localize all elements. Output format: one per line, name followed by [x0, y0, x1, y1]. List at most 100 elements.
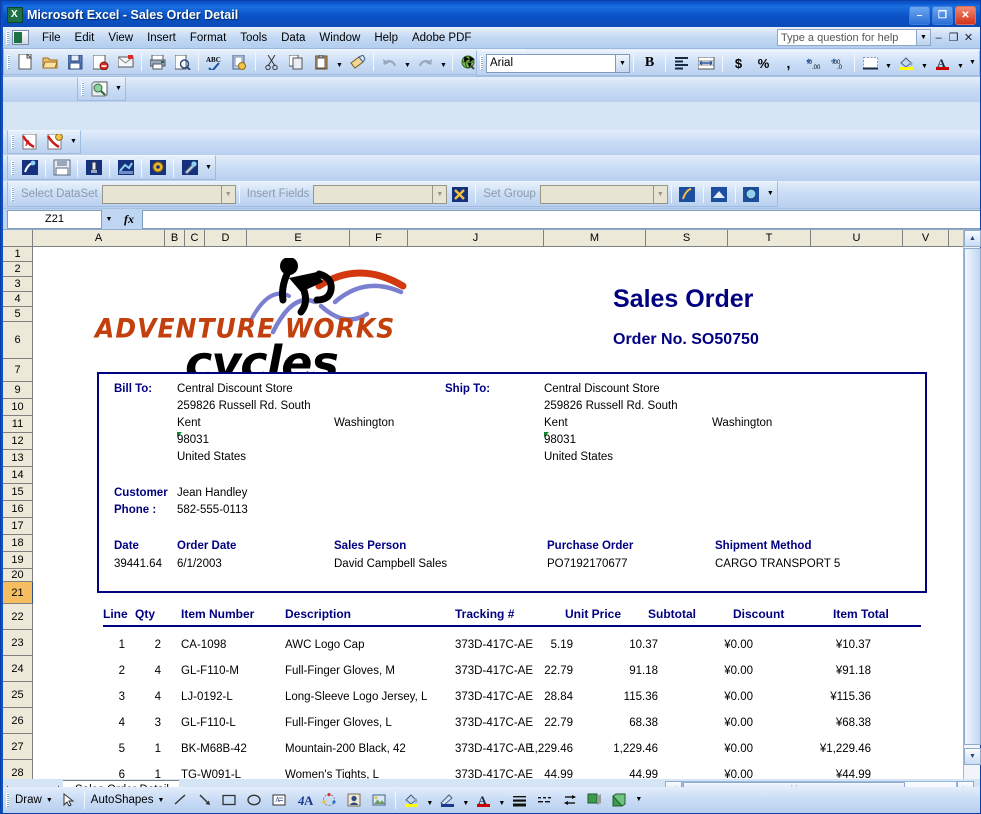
menu-window[interactable]: Window [312, 29, 367, 47]
select-dataset-combo[interactable]: ▼ [101, 184, 236, 204]
arrow-style-icon[interactable] [558, 789, 581, 811]
row-header-17[interactable]: 17 [3, 518, 33, 535]
redo-icon[interactable] [414, 51, 437, 73]
email-icon[interactable] [114, 51, 137, 73]
insert-fields-combo[interactable]: ▼ [313, 184, 448, 204]
menu-file[interactable]: File [35, 29, 68, 47]
column-header-D[interactable]: D [205, 230, 247, 247]
column-header-B[interactable]: B [165, 230, 185, 247]
fill-color-icon[interactable] [895, 52, 918, 74]
clip-art-icon[interactable] [343, 789, 366, 811]
undo-dropdown-icon[interactable]: ▼ [402, 51, 413, 73]
dataset-toolbar-grip[interactable] [11, 187, 14, 201]
export-icon[interactable] [114, 157, 137, 179]
wordart-icon[interactable]: 4A [293, 789, 316, 811]
set-group-combo[interactable]: ▼ [539, 184, 668, 204]
column-header-T[interactable]: T [728, 230, 811, 247]
currency-icon[interactable]: $ [727, 52, 750, 74]
row-header-3[interactable]: 3 [3, 277, 33, 292]
research-toolbar-overflow[interactable]: ▼ [112, 78, 125, 100]
close-button[interactable]: ✕ [955, 5, 976, 25]
set-group-dropdown-icon[interactable]: ▼ [653, 184, 668, 204]
tools-icon[interactable] [178, 157, 201, 179]
row-header-9[interactable]: 9 [3, 382, 33, 399]
formula-input[interactable] [142, 209, 980, 229]
row-header-22[interactable]: 22 [3, 604, 33, 630]
menu-tools[interactable]: Tools [233, 29, 274, 47]
open-icon[interactable] [39, 51, 62, 73]
copy-icon[interactable] [285, 51, 308, 73]
addin-toolbar-overflow[interactable]: ▼ [202, 157, 215, 179]
research-icon[interactable] [228, 51, 251, 73]
autoshapes-menu-button[interactable]: AutoShapes ▼ [88, 794, 168, 806]
column-header-F[interactable]: F [350, 230, 408, 247]
row-header-24[interactable]: 24 [3, 656, 33, 682]
format-painter-icon[interactable] [346, 51, 369, 73]
help-search-input[interactable]: Type a question for help [777, 29, 917, 46]
properties-icon[interactable] [146, 157, 169, 179]
line-style-icon[interactable] [508, 789, 531, 811]
row-header-13[interactable]: 13 [3, 450, 33, 467]
sheet-content-area[interactable]: ADVENTURE WORKS cycles Sales Order Order… [33, 247, 963, 779]
menu-edit[interactable]: Edit [68, 29, 102, 47]
insert-field-icon[interactable] [448, 183, 471, 205]
row-header-23[interactable]: 23 [3, 630, 33, 656]
run-icon[interactable] [82, 157, 105, 179]
insert-function-icon[interactable]: fx [116, 210, 142, 229]
group-icon-3[interactable] [740, 183, 763, 205]
standard-toolbar-grip[interactable] [7, 55, 10, 69]
column-header-E[interactable]: E [247, 230, 350, 247]
vertical-scroll-thumb[interactable] [964, 248, 981, 745]
font-name-dropdown-icon[interactable]: ▼ [616, 53, 630, 73]
paste-icon[interactable] [310, 51, 333, 73]
row-header-14[interactable]: 14 [3, 467, 33, 484]
menu-help[interactable]: Help [367, 29, 405, 47]
research-toolbar-grip[interactable] [81, 82, 84, 96]
row-header-16[interactable]: 16 [3, 501, 33, 518]
row-header-1[interactable]: 1 [3, 247, 33, 262]
row-header-21[interactable]: 21 [3, 582, 33, 604]
decrease-decimal-icon[interactable]: .00.0 [827, 52, 850, 74]
formatting-toolbar-move-handle[interactable]: ▶▶ ▼ [463, 52, 476, 74]
row-header-27[interactable]: 27 [3, 734, 33, 760]
row-header-10[interactable]: 10 [3, 399, 33, 416]
font-color-icon[interactable]: A [472, 789, 495, 811]
fill-color-dropdown-icon[interactable]: ▼ [424, 789, 435, 811]
align-left-icon[interactable] [670, 52, 693, 74]
borders-dropdown-icon[interactable]: ▼ [883, 52, 894, 74]
cut-icon[interactable] [260, 51, 283, 73]
font-color-dropdown-icon[interactable]: ▼ [496, 789, 507, 811]
row-header-2[interactable]: 2 [3, 262, 33, 277]
row-header-7[interactable]: 7 [3, 359, 33, 382]
percent-icon[interactable]: % [752, 52, 775, 74]
row-header-4[interactable]: 4 [3, 292, 33, 307]
menu-adobe-pdf[interactable]: Adobe PDF [405, 29, 478, 47]
line-color-icon[interactable] [436, 789, 459, 811]
comma-icon[interactable]: , [777, 52, 800, 74]
increase-decimal-icon[interactable]: .0.00 [802, 52, 825, 74]
research-pane-icon[interactable] [88, 78, 111, 100]
row-header-26[interactable]: 26 [3, 708, 33, 734]
column-header-S[interactable]: S [646, 230, 728, 247]
font-name-input[interactable]: Arial [486, 53, 616, 73]
minimize-button[interactable]: – [909, 5, 930, 25]
select-dataset-dropdown-icon[interactable]: ▼ [221, 184, 236, 204]
print-preview-icon[interactable] [171, 51, 194, 73]
row-header-18[interactable]: 18 [3, 535, 33, 552]
help-dropdown-icon[interactable]: ▼ [917, 29, 931, 46]
group-icon-2[interactable] [708, 183, 731, 205]
select-dataset-input[interactable] [101, 184, 222, 204]
column-header-C[interactable]: C [185, 230, 205, 247]
doc-close-button[interactable]: ✕ [961, 30, 976, 46]
row-header-12[interactable]: 12 [3, 433, 33, 450]
column-header-J[interactable]: J [408, 230, 544, 247]
acrobat-toolbar-grip[interactable] [11, 135, 14, 149]
font-color-dropdown-icon[interactable]: ▼ [955, 52, 966, 74]
line-icon[interactable] [168, 789, 191, 811]
undo-icon[interactable] [378, 51, 401, 73]
convert-and-email-icon[interactable] [43, 131, 66, 153]
picture-icon[interactable] [368, 789, 391, 811]
drawing-toolbar-grip[interactable] [6, 793, 9, 807]
bold-icon[interactable]: B [638, 52, 661, 74]
permission-icon[interactable] [89, 51, 112, 73]
